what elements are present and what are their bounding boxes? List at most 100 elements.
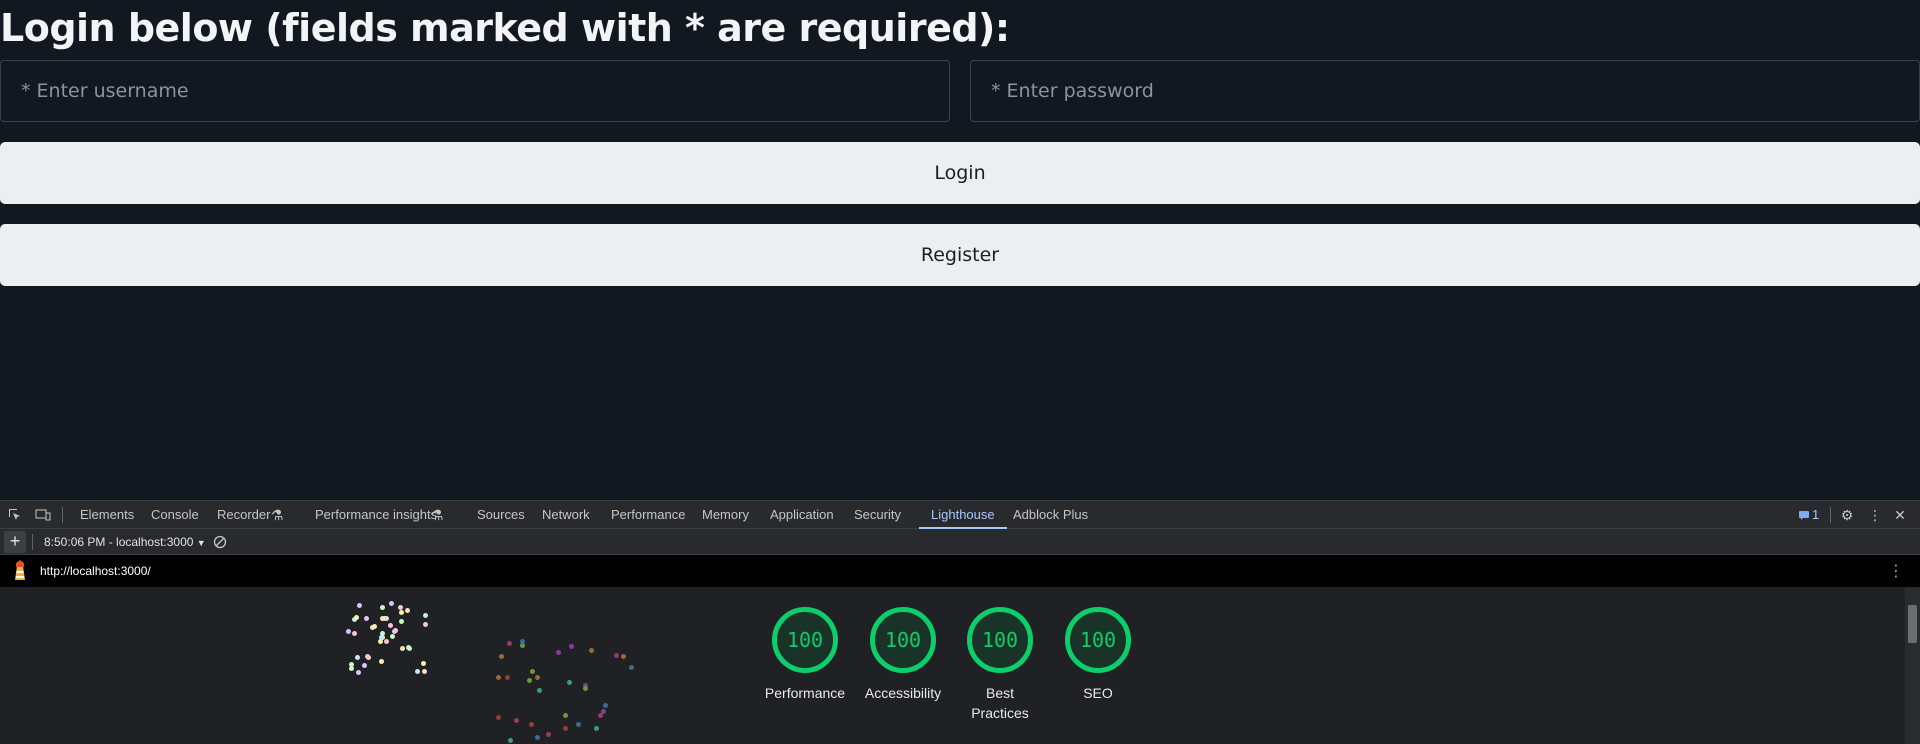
confetti-dot [369, 624, 375, 630]
confetti-dot [583, 685, 589, 691]
confetti-dot [362, 662, 368, 668]
confetti-dot [388, 622, 394, 628]
score-gauge-accessibility[interactable]: 100 [870, 607, 936, 673]
confetti-dot [393, 627, 399, 633]
confetti-dot [355, 654, 361, 660]
confetti-dot [496, 714, 502, 720]
report-url-bar: http://localhost:3000/ ⋮ [0, 555, 1920, 587]
score-gauge-performance[interactable]: 100 [772, 607, 838, 673]
lighthouse-report: 100 Performance 100 Accessibility 100 Be… [0, 587, 1905, 744]
confetti-dot [498, 654, 504, 660]
tab-sources[interactable]: Sources [477, 501, 525, 529]
confetti-dot [356, 669, 362, 675]
new-report-button[interactable]: + [4, 531, 26, 553]
confetti-dot [594, 725, 600, 731]
confetti-dot [421, 668, 427, 674]
confetti-dot [348, 665, 354, 671]
issues-icon[interactable] [1797, 506, 1811, 524]
confetti-dot [389, 600, 395, 606]
devtools-tabbar: Elements Console Recorder ⚗ Performance … [0, 501, 1920, 529]
score-gauge-best-practices[interactable]: 100 [967, 607, 1033, 673]
confetti-dot [629, 665, 635, 671]
tab-application[interactable]: Application [770, 501, 834, 529]
confetti-dot [588, 647, 594, 653]
gear-icon[interactable]: ⚙ [1838, 506, 1856, 524]
register-button[interactable]: Register [0, 224, 1920, 286]
confetti-dot [536, 687, 542, 693]
confetti-dot [613, 652, 619, 658]
issues-count[interactable]: 1 [1812, 501, 1819, 529]
confetti-dot [535, 734, 540, 740]
password-input[interactable] [970, 60, 1920, 122]
login-button[interactable]: Login [0, 142, 1920, 204]
confetti-dot [399, 619, 405, 625]
tab-memory[interactable]: Memory [702, 501, 749, 529]
confetti-dot [380, 630, 386, 636]
more-options-icon[interactable]: ⋮ [1888, 561, 1904, 581]
confetti-dot [379, 659, 385, 665]
confetti-dot [519, 639, 525, 645]
tab-network[interactable]: Network [542, 501, 590, 529]
score-label-performance: Performance [764, 685, 846, 701]
close-icon[interactable]: ✕ [1891, 506, 1909, 524]
tab-security[interactable]: Security [854, 501, 901, 529]
scrollbar-thumb[interactable] [1908, 605, 1917, 643]
confetti-dot [601, 708, 607, 714]
login-page: Login below (fields marked with * are re… [0, 0, 1920, 500]
score-gauge-seo[interactable]: 100 [1065, 607, 1131, 673]
confetti-dot [405, 645, 411, 651]
confetti-dot [414, 668, 420, 674]
tab-console[interactable]: Console [151, 501, 199, 529]
confetti-dot [364, 616, 370, 622]
username-input[interactable] [0, 60, 950, 122]
flask-icon: ⚗ [430, 506, 444, 523]
report-scrollbar[interactable] [1905, 587, 1920, 744]
confetti-dot [602, 702, 608, 708]
tab-adblock-plus[interactable]: Adblock Plus [1013, 501, 1088, 529]
confetti-dot [380, 605, 386, 611]
confetti-dot [420, 660, 426, 666]
confetti-dot [562, 712, 568, 718]
confetti-dot [569, 644, 575, 650]
confetti-dot [575, 722, 581, 728]
confetti-dot [535, 674, 541, 680]
confetti-dot [529, 722, 535, 728]
page-title: Login below (fields marked with * are re… [0, 6, 1010, 50]
confetti-dot [507, 641, 513, 647]
confetti-dot [353, 615, 359, 621]
lighthouse-logo-icon [10, 560, 30, 585]
confetti-dot [555, 649, 561, 655]
more-options-icon[interactable]: ⋮ [1866, 506, 1884, 524]
confetti-dot [545, 732, 551, 738]
score-label-accessibility: Accessibility [864, 685, 942, 701]
confetti-dot [352, 630, 358, 636]
confetti-dot [346, 628, 352, 634]
report-select-label: 8:50:06 PM - localhost:3000 [44, 535, 194, 549]
confetti-dot [383, 639, 389, 645]
tab-recorder[interactable]: Recorder [217, 501, 270, 529]
confetti-dot [399, 645, 405, 651]
device-toolbar-icon[interactable] [34, 506, 52, 524]
confetti-dot [397, 604, 403, 610]
score-label-best-practices: Best Practices [971, 685, 1029, 721]
clear-icon[interactable] [211, 533, 229, 551]
tab-performance[interactable]: Performance [611, 501, 685, 529]
chevron-down-icon: ▼ [196, 538, 206, 548]
confetti-dot [496, 674, 502, 680]
report-select[interactable]: 8:50:06 PM - localhost:3000 ▼ [44, 535, 206, 549]
confetti-dot [405, 608, 411, 614]
lighthouse-toolbar: + 8:50:06 PM - localhost:3000 ▼ [0, 529, 1920, 555]
confetti-dot [382, 615, 387, 621]
tab-lighthouse[interactable]: Lighthouse [919, 501, 1007, 529]
report-url[interactable]: http://localhost:3000/ [40, 564, 151, 578]
confetti-dot [563, 726, 569, 732]
tab-elements[interactable]: Elements [80, 501, 134, 529]
confetti-dot [356, 602, 362, 608]
tab-performance-insights[interactable]: Performance insights [315, 501, 437, 529]
confetti-dot [566, 680, 572, 686]
inspect-element-icon[interactable] [6, 506, 24, 524]
confetti-dot [423, 612, 429, 618]
confetti-dot [389, 634, 395, 640]
confetti-dot [504, 674, 510, 680]
score-label-seo: SEO [1083, 685, 1113, 701]
